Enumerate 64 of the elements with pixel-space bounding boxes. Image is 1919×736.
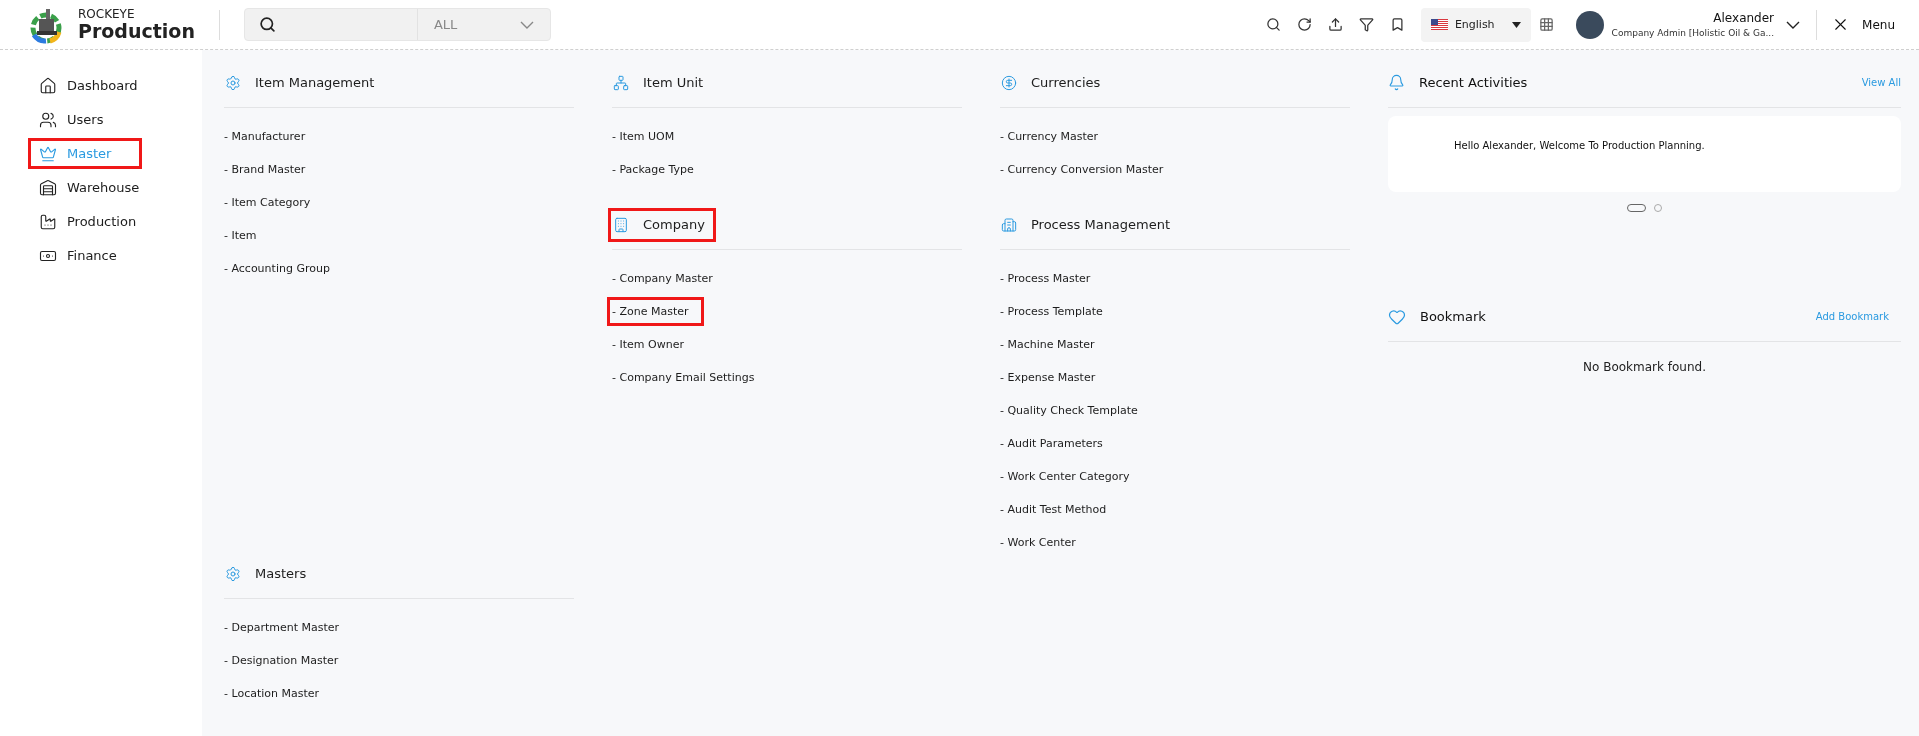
section-title: Currencies <box>996 65 1112 100</box>
user-name: Alexander <box>1713 11 1775 25</box>
gear-icon <box>225 565 241 582</box>
factory-icon <box>39 212 57 231</box>
menu-link[interactable]: - Brand Master <box>219 153 321 186</box>
chevron-down-icon <box>519 20 534 29</box>
menu-link[interactable]: - Accounting Group <box>219 252 345 285</box>
menu-link[interactable]: - Item Category <box>219 186 326 219</box>
language-selector[interactable]: English <box>1420 7 1531 42</box>
menu-link[interactable]: - Quality Check Template <box>995 394 1153 427</box>
menu-link[interactable]: - Work Center <box>995 526 1091 559</box>
units-icon <box>613 74 629 91</box>
crown-icon <box>39 144 57 163</box>
menu-link[interactable]: - Designation Master <box>219 644 354 677</box>
menu-link[interactable]: - Expense Master <box>995 361 1111 394</box>
menu-link[interactable]: - Audit Test Method <box>995 493 1122 526</box>
menu-link[interactable]: - Item UOM <box>607 120 690 153</box>
warehouse-icon <box>39 178 57 197</box>
users-icon <box>39 110 57 129</box>
user-role: Company Admin [Holistic Oil & Ga... <box>1611 28 1775 38</box>
menu-link[interactable]: - Company Email Settings <box>607 361 770 394</box>
sidebar-item[interactable]: Production <box>28 206 142 237</box>
menu-link[interactable]: - Manufacturer <box>219 120 321 153</box>
menu-link[interactable]: - Currency Master <box>995 120 1114 153</box>
flag-icon <box>1430 19 1448 30</box>
brand-caption: ROCKEYE <box>78 8 136 20</box>
empty-message: No Bookmark found. <box>1582 360 1707 374</box>
city-icon <box>1001 216 1017 233</box>
menu-link[interactable]: - Process Master <box>995 262 1106 295</box>
menu-link[interactable]: - Location Master <box>219 677 335 710</box>
section-title: Process Management <box>996 207 1182 242</box>
panel-title: Recent Activities <box>1419 75 1528 90</box>
section-title: Item Unit <box>608 65 715 100</box>
menu-link[interactable]: - Department Master <box>219 611 355 644</box>
section-title: Company <box>608 207 716 242</box>
section-title: Masters <box>220 556 318 591</box>
gear-icon <box>225 74 241 91</box>
menu-link[interactable]: - Company Master <box>607 262 728 295</box>
home-icon <box>39 76 57 95</box>
building-icon <box>613 216 629 233</box>
menu-button[interactable]: Menu <box>1825 14 1901 35</box>
bell-icon <box>1388 74 1405 91</box>
sidebar-item[interactable]: Finance <box>28 240 142 271</box>
sidebar-item[interactable]: Dashboard <box>28 70 142 101</box>
activity-message: Hello Alexander, Welcome To Production Planning. <box>1454 140 1705 151</box>
menu-link[interactable]: - Process Template <box>995 295 1118 328</box>
menu-link[interactable]: - Work Center Category <box>995 460 1145 493</box>
caret-icon <box>1511 21 1521 28</box>
menu-link[interactable]: - Item <box>219 219 272 252</box>
brand-name: Production <box>78 22 195 41</box>
avatar[interactable] <box>1575 10 1604 39</box>
search-icon <box>258 16 276 33</box>
menu-link[interactable]: - Currency Conversion Master <box>995 153 1179 186</box>
menu-link[interactable]: - Machine Master <box>995 328 1110 361</box>
sidebar-item[interactable]: Users <box>28 104 142 135</box>
menu-link[interactable]: - Package Type <box>607 153 709 186</box>
panel-title: Bookmark <box>1420 309 1486 324</box>
menu-link[interactable]: - Item Owner <box>607 328 699 361</box>
section-title: Item Management <box>220 65 386 100</box>
sidebar-item[interactable]: Warehouse <box>28 172 142 203</box>
dollar-icon <box>1001 74 1017 91</box>
menu-link[interactable]: - Audit Parameters <box>995 427 1118 460</box>
menu-link[interactable]: - Zone Master <box>607 297 704 326</box>
heart-icon <box>1388 307 1406 326</box>
